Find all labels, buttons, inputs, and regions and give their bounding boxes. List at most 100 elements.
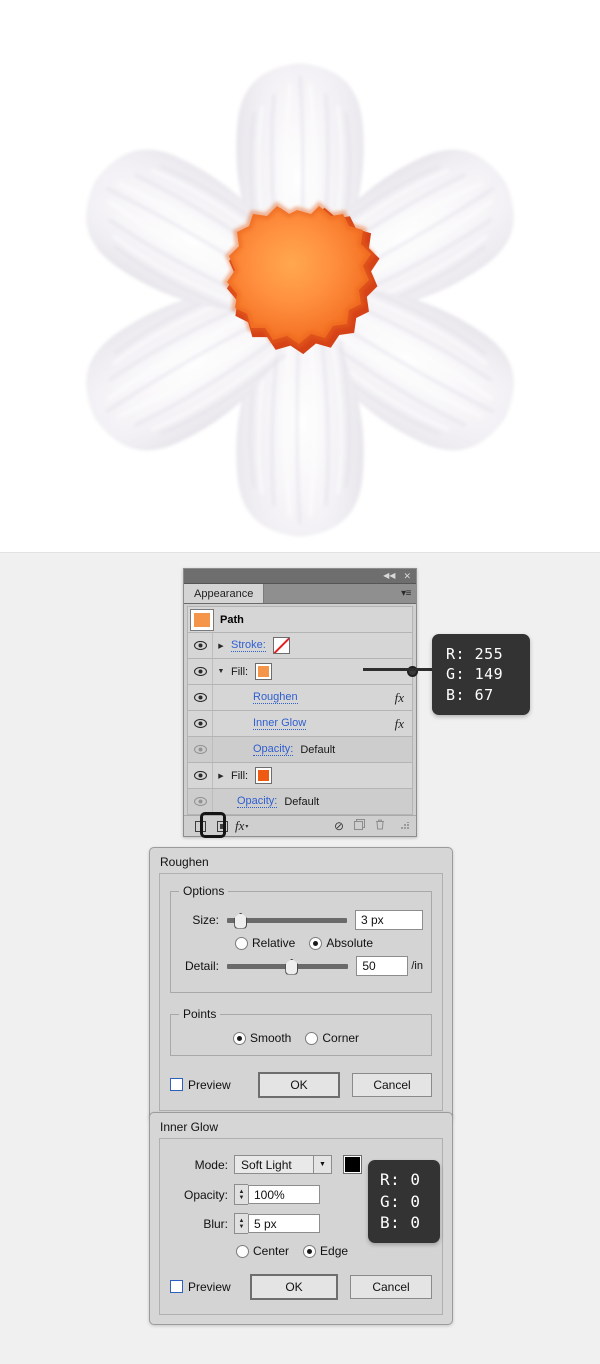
panel-tab-row: Appearance ▾≡ <box>184 584 416 604</box>
origin-row: Center Edge <box>170 1244 432 1258</box>
appearance-row-fill-bottom[interactable]: ▶ Fill: <box>187 763 413 789</box>
tab-appearance[interactable]: Appearance <box>184 584 265 603</box>
opacity-stepper[interactable]: ▲ ▼ <box>234 1184 248 1205</box>
close-icon[interactable]: ✕ <box>403 572 411 581</box>
visibility-eye-icon[interactable] <box>188 763 213 788</box>
size-slider[interactable] <box>227 912 347 929</box>
relative-radio-option[interactable]: Relative <box>235 936 295 950</box>
appearance-row-stroke[interactable]: ▶ Stroke: <box>187 633 413 659</box>
corner-label: Corner <box>322 1031 360 1045</box>
appearance-row-path[interactable]: Path <box>187 606 413 633</box>
blend-mode-value: Soft Light <box>241 1157 292 1172</box>
appearance-row-fill-top[interactable]: ▼ Fill: <box>187 659 418 685</box>
detail-label: Detail: <box>184 959 219 973</box>
roughen-effect-label[interactable]: Roughen <box>253 691 298 704</box>
panel-titlebar: ◀◀ ✕ <box>184 569 416 584</box>
detail-slider-thumb[interactable] <box>285 958 299 975</box>
size-row: Size: 3 px <box>179 910 423 930</box>
collapse-icon[interactable]: ◀◀ <box>383 572 395 580</box>
callout-g-value: 0 <box>410 1191 421 1211</box>
add-new-stroke-button[interactable] <box>189 818 211 834</box>
cancel-button[interactable]: Cancel <box>352 1073 432 1097</box>
corner-radio[interactable] <box>305 1031 319 1045</box>
appearance-row-opacity-root[interactable]: Opacity: Default <box>187 789 413 815</box>
edge-label: Edge <box>320 1244 349 1258</box>
preview-checkbox-group[interactable]: Preview <box>170 1078 231 1092</box>
visibility-eye-icon[interactable] <box>188 685 213 710</box>
opacity-input[interactable]: 100% <box>248 1185 320 1204</box>
smooth-radio[interactable] <box>233 1031 246 1045</box>
callout-r-value: 255 <box>474 645 504 663</box>
detail-input[interactable]: 50 <box>356 956 409 976</box>
center-radio-option[interactable]: Center <box>236 1244 289 1258</box>
clear-appearance-icon[interactable]: ⊘ <box>334 819 344 833</box>
fill-color-callout: R: 255 G: 149 B: 67 <box>432 634 530 715</box>
panel-menu-icon[interactable]: ▾≡ <box>401 584 416 603</box>
ok-button[interactable]: OK <box>258 1072 340 1098</box>
relative-label: Relative <box>252 936 296 950</box>
opacity-value: Default <box>300 743 336 756</box>
add-new-fill-button[interactable] <box>211 818 233 834</box>
fx-menu-caret-icon[interactable]: ▾ <box>245 823 248 830</box>
roughen-button-row: Preview OK Cancel <box>170 1072 432 1098</box>
blur-stepper[interactable]: ▲ ▼ <box>234 1213 248 1234</box>
smooth-label: Smooth <box>250 1031 292 1045</box>
fx-icon[interactable]: fx <box>395 716 412 732</box>
center-radio[interactable] <box>236 1244 249 1258</box>
detail-slider[interactable] <box>227 958 349 975</box>
visibility-eye-icon[interactable] <box>188 633 213 658</box>
delete-item-icon[interactable] <box>375 819 385 833</box>
blur-input[interactable]: 5 px <box>248 1214 320 1233</box>
callout-connector-line <box>363 668 435 671</box>
edge-radio-option[interactable]: Edge <box>303 1244 348 1258</box>
mode-label: Mode: <box>194 1157 228 1172</box>
fx-icon[interactable]: fx <box>395 690 412 706</box>
flower-illustration <box>0 0 600 552</box>
disclosure-triangle-icon[interactable]: ▶ <box>213 642 229 650</box>
visibility-eye-icon[interactable] <box>188 711 213 736</box>
stroke-label[interactable]: Stroke: <box>231 639 266 652</box>
fx-menu-icon[interactable]: fx <box>235 818 244 834</box>
chevron-down-icon[interactable]: ▼ <box>313 1156 331 1173</box>
appearance-row-inner-glow[interactable]: Inner Glow fx <box>187 711 413 737</box>
preview-checkbox[interactable] <box>170 1280 183 1293</box>
relative-radio[interactable] <box>235 936 248 950</box>
ok-button[interactable]: OK <box>250 1274 338 1300</box>
appearance-row-roughen[interactable]: Roughen fx <box>187 685 413 711</box>
edge-radio[interactable] <box>303 1244 317 1258</box>
callout-b-label: B: <box>380 1213 401 1233</box>
appearance-row-opacity-nested[interactable]: Opacity: Default <box>187 737 413 763</box>
cancel-button[interactable]: Cancel <box>350 1275 432 1299</box>
stroke-swatch-none[interactable] <box>272 637 290 654</box>
blend-mode-select[interactable]: Soft Light ▼ <box>234 1155 332 1174</box>
size-slider-thumb[interactable] <box>234 912 248 929</box>
visibility-eye-icon-off[interactable] <box>188 737 213 762</box>
path-label: Path <box>220 613 244 626</box>
visibility-eye-icon[interactable] <box>188 659 213 684</box>
opacity-label[interactable]: Opacity: <box>253 743 294 756</box>
absolute-label: Absolute <box>326 936 374 950</box>
glow-color-callout: R: 0 G: 0 B: 0 <box>368 1160 440 1243</box>
smooth-radio-option[interactable]: Smooth <box>233 1031 291 1045</box>
roughen-points-group: Points Smooth Corner <box>170 1007 432 1056</box>
preview-label: Preview <box>188 1280 231 1294</box>
visibility-eye-icon-off[interactable] <box>188 789 213 814</box>
fill-label: Fill: <box>231 665 249 678</box>
preview-checkbox[interactable] <box>170 1078 183 1091</box>
absolute-radio[interactable] <box>309 936 323 950</box>
disclosure-triangle-icon[interactable]: ▼ <box>213 668 229 675</box>
roughen-dialog[interactable]: Roughen Options Size: 3 px Relative Abso… <box>149 847 453 1121</box>
fill-swatch-bottom[interactable] <box>255 767 273 784</box>
corner-radio-option[interactable]: Corner <box>305 1031 359 1045</box>
fill-swatch-top[interactable] <box>255 663 273 680</box>
opacity-label[interactable]: Opacity: <box>237 795 278 808</box>
preview-checkbox-group[interactable]: Preview <box>170 1280 231 1294</box>
panel-resize-grip[interactable] <box>401 822 409 830</box>
disclosure-triangle-icon[interactable]: ▶ <box>213 772 229 780</box>
glow-color-swatch[interactable] <box>343 1155 362 1174</box>
size-input[interactable]: 3 px <box>355 910 423 930</box>
duplicate-item-icon[interactable] <box>354 819 365 833</box>
appearance-panel[interactable]: ◀◀ ✕ Appearance ▾≡ Path ▶ Stroke: ▼ Fill… <box>183 568 418 838</box>
inner-glow-effect-label[interactable]: Inner Glow <box>253 717 307 730</box>
absolute-radio-option[interactable]: Absolute <box>309 936 373 950</box>
